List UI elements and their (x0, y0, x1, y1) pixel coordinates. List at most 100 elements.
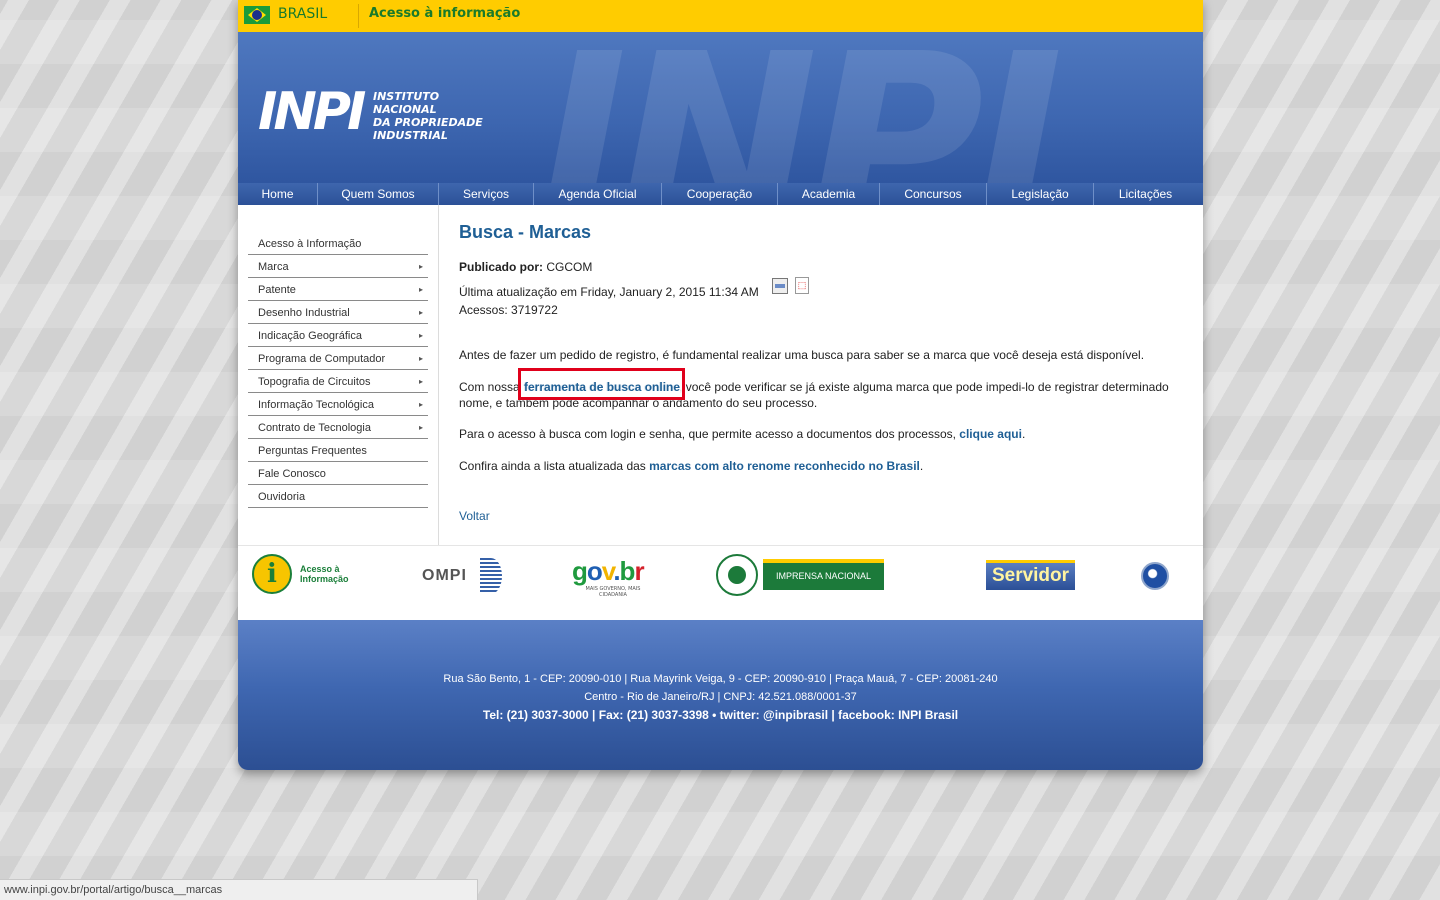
paragraph-intro: Antes de fazer um pedido de registro, é … (459, 348, 1145, 362)
nav-quem-somos[interactable]: Quem Somos (318, 183, 439, 205)
nav-home[interactable]: Home (238, 183, 318, 205)
servidor-logo[interactable]: Servidor (986, 560, 1075, 590)
sidebar-item-desenho-industrial[interactable]: Desenho Industrial ▸ (248, 301, 428, 324)
sidebar-item-patente[interactable]: Patente ▸ (248, 278, 428, 301)
paragraph-text: Com nossa (459, 380, 524, 394)
chevron-right-icon: ▸ (418, 354, 423, 363)
paragraph-login: Para o acesso à busca com login e senha,… (459, 427, 1025, 441)
sidebar-item-ouvidoria[interactable]: Ouvidoria (248, 485, 428, 508)
sidebar-item-label: Programa de Computador (258, 353, 386, 365)
footer-contacts: Tel: (21) 3037-3000 | Fax: (21) 3037-339… (482, 708, 959, 722)
partner-logos: i Acesso à Informação OMPI gov.br MAIS G… (238, 545, 1203, 621)
header-background-watermark: INPI (538, 32, 1063, 183)
gov-letter: v (601, 556, 614, 586)
nav-legislacao[interactable]: Legislação (987, 183, 1094, 205)
gov-letter: r (634, 556, 644, 586)
published-by: Publicado por: CGCOM (459, 260, 592, 274)
browser-status-bar: www.inpi.gov.br/portal/artigo/busca__mar… (0, 879, 478, 900)
logo-line: INSTITUTO (373, 90, 440, 103)
gov-letter: g (572, 556, 588, 586)
paragraph-text: Confira ainda a lista atualizada das (459, 459, 650, 473)
chevron-right-icon: ▸ (418, 285, 423, 294)
sidebar-item-label: Acesso à Informação (258, 238, 362, 250)
brazil-flag-icon[interactable] (244, 6, 270, 24)
logo-line: DA PROPRIEDADE (373, 116, 483, 129)
nav-academia[interactable]: Academia (778, 183, 880, 205)
sidebar-item-contrato-tecnologia[interactable]: Contrato de Tecnologia ▸ (248, 416, 428, 439)
chevron-right-icon: ▸ (418, 423, 423, 432)
acesso-logo-line: Informação (300, 574, 349, 584)
sidebar-item-acesso-informacao[interactable]: Acesso à Informação (248, 232, 428, 255)
sidebar-item-informacao-tecnologica[interactable]: Informação Tecnológica ▸ (248, 393, 428, 416)
govbar-divider (358, 4, 359, 28)
clique-aqui-link[interactable]: clique aqui (959, 427, 1022, 441)
sidebar-item-label: Marca (258, 261, 289, 273)
paragraph-text: Para o acesso à busca com login e senha,… (459, 427, 960, 441)
sidebar-item-perguntas-frequentes[interactable]: Perguntas Frequentes (248, 439, 428, 462)
sidebar-item-indicacao-geografica[interactable]: Indicação Geográfica ▸ (248, 324, 428, 347)
gov-br-logo-text: gov.br (572, 556, 654, 586)
sidebar-item-label: Ouvidoria (258, 491, 306, 503)
nav-cooperacao[interactable]: Cooperação (662, 183, 778, 205)
search-tool-link-highlighted[interactable]: ferramenta de busca online (524, 380, 680, 394)
chevron-right-icon: ▸ (418, 400, 423, 409)
gov-letter: o (586, 556, 603, 586)
imprensa-nacional-logo[interactable]: IMPRENSA NACIONAL (716, 554, 886, 596)
acesso-informacao-link[interactable]: Acesso à informação (369, 6, 520, 21)
sidebar-item-programa-computador[interactable]: Programa de Computador ▸ (248, 347, 428, 370)
nav-licitacoes[interactable]: Licitações (1094, 183, 1197, 205)
ompi-emblem-icon (480, 558, 502, 594)
inpi-logo-text: INSTITUTO NACIONAL DA PROPRIEDADE INDUST… (373, 90, 483, 142)
sidebar-item-label: Fale Conosco (258, 468, 326, 480)
back-link[interactable]: Voltar (459, 509, 490, 523)
chevron-right-icon: ▸ (418, 262, 423, 271)
nav-servicos[interactable]: Serviços (439, 183, 534, 205)
last-updated: Última atualização em Friday, January 2,… (459, 285, 759, 299)
logo-line: NACIONAL (373, 103, 437, 116)
brasil-link[interactable]: BRASIL (278, 6, 327, 22)
sidebar-item-fale-conosco[interactable]: Fale Conosco (248, 462, 428, 485)
gov-br-tagline: MAIS GOVERNO, MAIS CIDADANIA (585, 586, 641, 598)
globe-icon[interactable] (1141, 562, 1169, 590)
site-header: INPI INPI INSTITUTO NACIONAL DA PROPRIED… (238, 32, 1203, 183)
ompi-logo[interactable]: OMPI (422, 554, 507, 596)
acesso-informacao-logo[interactable]: i Acesso à Informação (252, 554, 362, 596)
sidebar-item-label: Informação Tecnológica (258, 399, 374, 411)
gov-br-logo[interactable]: gov.br MAIS GOVERNO, MAIS CIDADANIA (572, 556, 654, 598)
sidebar-item-label: Contrato de Tecnologia (258, 422, 371, 434)
info-icon: i (252, 554, 292, 594)
nav-concursos[interactable]: Concursos (880, 183, 987, 205)
sidebar-item-label: Perguntas Frequentes (258, 445, 367, 457)
page-title: Busca - Marcas (459, 222, 592, 242)
site-footer: Rua São Bento, 1 - CEP: 20090-010 | Rua … (238, 620, 1203, 770)
renowned-marks-link[interactable]: marcas com alto renome reconhecido no Br… (649, 459, 920, 473)
acesso-logo-text: Acesso à Informação (300, 564, 349, 584)
pdf-icon[interactable]: ⬚ (795, 277, 809, 294)
imprensa-nacional-label: IMPRENSA NACIONAL (763, 559, 884, 590)
page-container: BRASIL Acesso à informação INPI INPI INS… (238, 0, 1203, 770)
nav-agenda-oficial[interactable]: Agenda Oficial (534, 183, 662, 205)
sidebar-menu: Acesso à Informação Marca ▸ Patente ▸ Dese… (248, 232, 428, 508)
sidebar-item-topografia-circuitos[interactable]: Topografia de Circuitos ▸ (248, 370, 428, 393)
footer-city-cnpj: Centro - Rio de Janeiro/RJ | CNPJ: 42.52… (584, 691, 857, 703)
published-label: Publicado por: (459, 260, 543, 274)
gov-letter: b (619, 556, 636, 586)
paragraph-text: . (919, 459, 924, 473)
logo-line: INDUSTRIAL (373, 129, 448, 142)
acesso-logo-line: Acesso à (300, 564, 340, 574)
published-author: CGCOM (546, 260, 593, 274)
sidebar-item-label: Desenho Industrial (258, 307, 350, 319)
imprensa-seal-icon (716, 554, 758, 596)
chevron-right-icon: ▸ (418, 331, 423, 340)
print-icon[interactable] (772, 278, 788, 294)
paragraph-text: . (1021, 427, 1026, 441)
chevron-right-icon: ▸ (418, 308, 423, 317)
content-divider (438, 205, 439, 545)
footer-address: Rua São Bento, 1 - CEP: 20090-010 | Rua … (443, 673, 998, 685)
chevron-right-icon: ▸ (418, 377, 423, 386)
inpi-logo[interactable]: INPI (258, 86, 366, 138)
government-bar: BRASIL Acesso à informação (238, 0, 1203, 32)
ompi-logo-text: OMPI (422, 567, 467, 584)
sidebar-item-marca[interactable]: Marca ▸ (248, 255, 428, 278)
sidebar-item-label: Topografia de Circuitos (258, 376, 371, 388)
